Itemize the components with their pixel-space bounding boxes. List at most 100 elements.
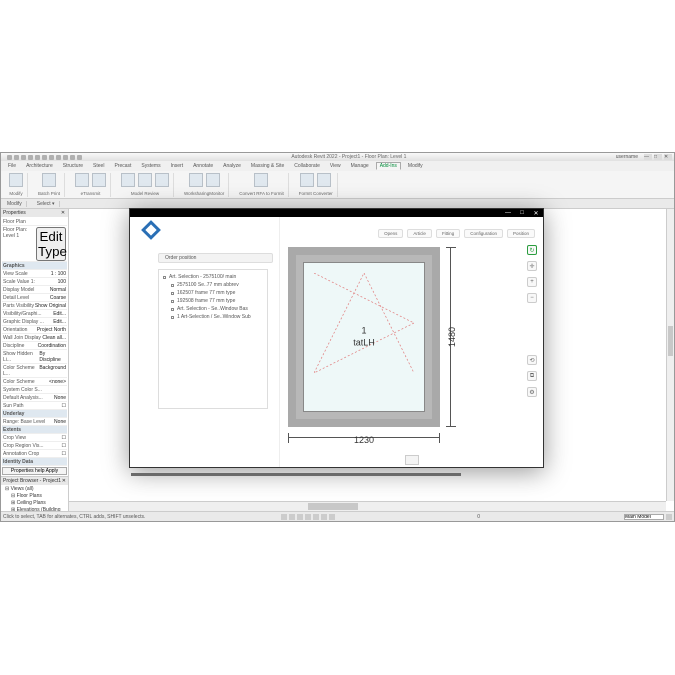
ribbon-tab[interactable]: Manage: [348, 163, 372, 169]
workset-field[interactable]: [624, 514, 664, 520]
ribbon-tab[interactable]: Insert: [168, 163, 187, 169]
zoom-out-icon[interactable]: −: [527, 293, 537, 303]
ribbon-button[interactable]: [206, 173, 220, 187]
property-row[interactable]: Crop Region Vis...☐: [2, 442, 67, 450]
tree-item[interactable]: Art. Selection - Se..Window Bas: [163, 305, 263, 313]
window-viewer[interactable]: 1 tatLH 1230 1480: [288, 247, 517, 459]
vertical-scrollbar[interactable]: [666, 209, 674, 501]
tree-item[interactable]: 162507 frame 77 mm type: [163, 289, 263, 297]
property-row[interactable]: Sun Path☐: [2, 402, 67, 410]
ribbon-button[interactable]: [92, 173, 106, 187]
expand-icon[interactable]: [171, 300, 174, 303]
ribbon-tab[interactable]: File: [5, 163, 19, 169]
property-row[interactable]: System Color S...: [2, 386, 67, 394]
ribbon-tab[interactable]: Annotate: [190, 163, 216, 169]
ribbon-tab[interactable]: Structure: [60, 163, 86, 169]
property-row[interactable]: OrientationProject North: [2, 326, 67, 334]
property-row[interactable]: Color Scheme<none>: [2, 378, 67, 386]
dialog-tab-button[interactable]: Position: [507, 229, 535, 238]
property-row[interactable]: Wall Join DisplayClean all...: [2, 334, 67, 342]
property-row[interactable]: Color Scheme L...Background: [2, 364, 67, 378]
settings-icon[interactable]: ⚙: [527, 387, 537, 397]
browser-item[interactable]: ⊟ Floor Plans: [5, 492, 68, 499]
ribbon-tabs[interactable]: File Architecture Structure Steel Precast Sys…: [1, 161, 674, 171]
article-tree[interactable]: Art. Selection - 2575100/ main2575100 Se…: [158, 269, 268, 409]
status-icons[interactable]: [281, 514, 335, 520]
browser-item[interactable]: ⊞ Ceiling Plans: [5, 499, 68, 506]
maximize-icon[interactable]: □: [518, 210, 526, 216]
expand-icon[interactable]: [171, 308, 174, 311]
property-row[interactable]: Graphic Display ...Edit...: [2, 318, 67, 326]
zoom-in-icon[interactable]: +: [527, 277, 537, 287]
browser-item[interactable]: ⊟ Views (all): [5, 485, 68, 492]
ribbon-tab[interactable]: Add-Ins: [376, 162, 401, 170]
apply-button[interactable]: Properties help Apply: [2, 467, 67, 475]
dialog-titlebar[interactable]: — □ ✕: [130, 209, 543, 217]
tree-item[interactable]: 192508 frame 77 mm type: [163, 297, 263, 305]
property-row[interactable]: Crop View☐: [2, 434, 67, 442]
expand-icon[interactable]: [171, 316, 174, 319]
ribbon-tab[interactable]: Precast: [111, 163, 134, 169]
property-row[interactable]: Default Analysis...None: [2, 394, 67, 402]
options-bar-item[interactable]: Select ▾: [33, 201, 60, 207]
ribbon-tab[interactable]: Architecture: [23, 163, 56, 169]
property-row[interactable]: Detail LevelCoarse: [2, 294, 67, 302]
ribbon-tab[interactable]: Massing & Site: [248, 163, 287, 169]
ribbon-button[interactable]: [42, 173, 56, 187]
ribbon-button[interactable]: [121, 173, 135, 187]
ribbon-tab[interactable]: Systems: [138, 163, 163, 169]
ribbon-button[interactable]: [300, 173, 314, 187]
dialog-tab-button[interactable]: Article: [407, 229, 432, 238]
property-row[interactable]: View Scale1 : 100: [2, 270, 67, 278]
edit-type-button[interactable]: Edit Type: [36, 227, 66, 261]
dialog-tab-button[interactable]: Opens: [378, 229, 403, 238]
property-row[interactable]: Parts VisibilityShow Original: [2, 302, 67, 310]
refresh-icon[interactable]: ↻: [527, 245, 537, 255]
ribbon-tab[interactable]: Modify: [405, 163, 426, 169]
dialog-tab-button[interactable]: Fitting: [436, 229, 460, 238]
ribbon-button[interactable]: [9, 173, 23, 187]
ribbon-button[interactable]: [317, 173, 331, 187]
close-button[interactable]: ✕: [664, 154, 672, 160]
ribbon-tab[interactable]: Analyze: [220, 163, 244, 169]
property-row[interactable]: Range: Base LevelNone: [2, 418, 67, 426]
rotate-icon[interactable]: ⟲: [527, 355, 537, 365]
copy-icon[interactable]: ⧉: [527, 371, 537, 381]
ribbon-button[interactable]: [189, 173, 203, 187]
ribbon-button[interactable]: [254, 173, 268, 187]
close-icon[interactable]: ✕: [532, 210, 540, 217]
filter-icon[interactable]: [666, 514, 672, 520]
close-icon[interactable]: ✕: [62, 478, 66, 484]
ribbon-tab[interactable]: Steel: [90, 163, 107, 169]
tree-item[interactable]: 2575100 Se..77 mm abbrev: [163, 281, 263, 289]
tree-item[interactable]: Art. Selection - 2575100/ main: [163, 273, 263, 281]
horizontal-scrollbar[interactable]: [69, 501, 666, 511]
dialog-tab-button[interactable]: Configuration: [464, 229, 503, 238]
expand-icon[interactable]: [171, 292, 174, 295]
minimize-icon[interactable]: —: [504, 210, 512, 216]
type-selector[interactable]: Floor Plan: [2, 218, 67, 226]
ribbon-tab[interactable]: View: [327, 163, 344, 169]
ribbon-button[interactable]: [138, 173, 152, 187]
property-row[interactable]: Display ModelNormal: [2, 286, 67, 294]
property-row[interactable]: Annotation Crop☐: [2, 450, 67, 458]
quick-access-toolbar[interactable]: [7, 155, 82, 160]
tree-item[interactable]: 1 Art-Selection / Se..Window Sub: [163, 313, 263, 321]
property-row[interactable]: Show Hidden Li...By Discipline: [2, 350, 67, 364]
property-row[interactable]: DisciplineCoordination: [2, 342, 67, 350]
maximize-button[interactable]: □: [654, 154, 662, 160]
project-browser[interactable]: Project Browser - Project1 ✕ ⊟ Views (al…: [1, 476, 68, 511]
order-position-tab[interactable]: Order position: [158, 253, 273, 263]
options-bar-item[interactable]: Modify: [3, 201, 27, 207]
minimize-button[interactable]: —: [644, 154, 652, 160]
ribbon-tab[interactable]: Collaborate: [291, 163, 323, 169]
property-row[interactable]: Scale Value 1:100: [2, 278, 67, 286]
ribbon-button[interactable]: [155, 173, 169, 187]
expand-icon[interactable]: [171, 284, 174, 287]
user-label[interactable]: username: [616, 154, 638, 160]
ribbon-button[interactable]: [75, 173, 89, 187]
compass-icon[interactable]: ✛: [527, 261, 537, 271]
property-row[interactable]: Visibility/Graphi...Edit...: [2, 310, 67, 318]
expand-icon[interactable]: [163, 276, 166, 279]
close-icon[interactable]: ✕: [60, 210, 66, 216]
